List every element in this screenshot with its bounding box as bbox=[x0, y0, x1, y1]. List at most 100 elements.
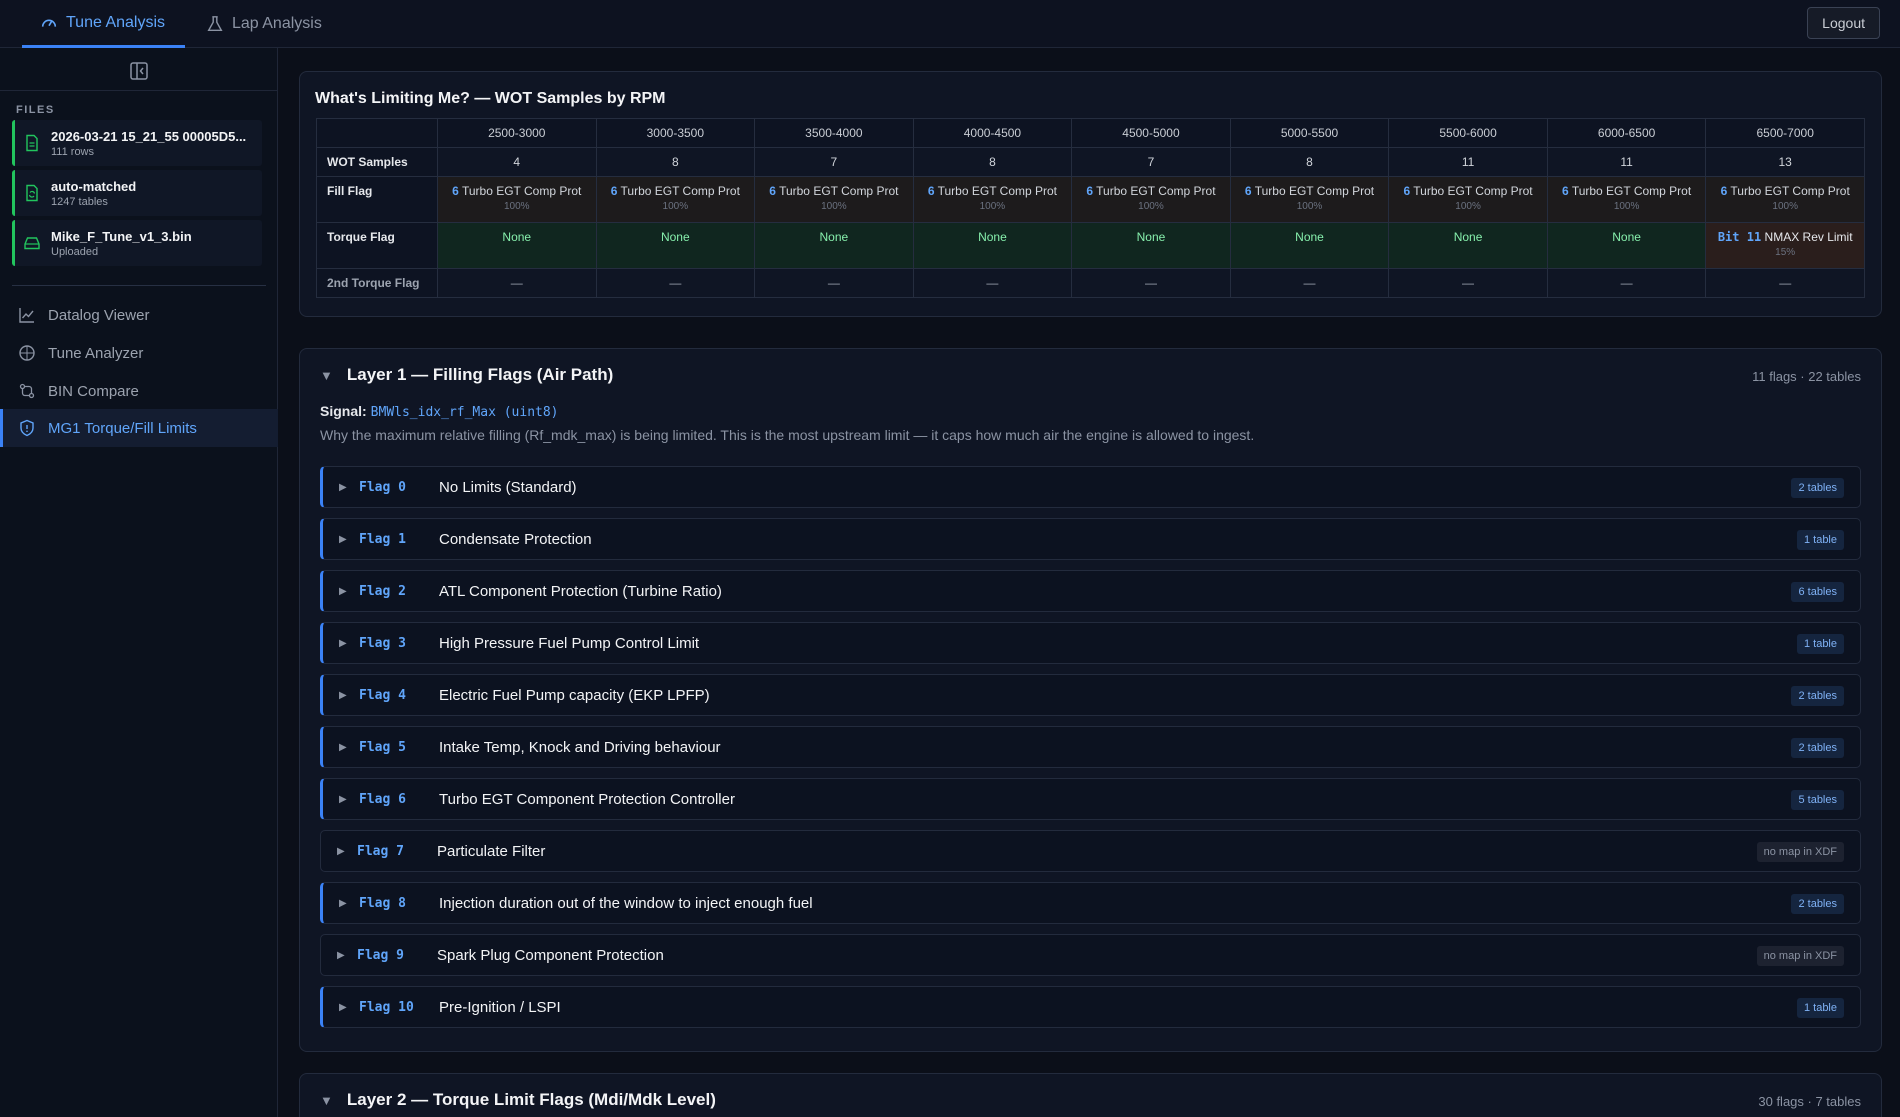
sidebar-collapse-icon[interactable] bbox=[128, 60, 150, 82]
tab-lap-analysis[interactable]: Lap Analysis bbox=[206, 0, 322, 48]
sidebar-item-datalog-viewer[interactable]: Datalog Viewer bbox=[0, 297, 278, 333]
hard-drive-icon bbox=[24, 237, 40, 250]
sample-count-cell: 7 bbox=[754, 147, 914, 177]
second-flag-cell: — bbox=[1071, 268, 1231, 298]
flag-percent: 100% bbox=[1455, 201, 1481, 212]
sample-count-cell: 8 bbox=[1229, 147, 1390, 177]
divider bbox=[0, 90, 278, 91]
fill-flag-cell[interactable]: 6 Turbo EGT Comp Prot 100% bbox=[1546, 176, 1707, 223]
flag-row[interactable]: ▶ Flag 5 Intake Temp, Knock and Driving be… bbox=[320, 726, 1861, 768]
torque-flag-cell[interactable]: None bbox=[912, 222, 1073, 269]
table-count-badge: 1 table bbox=[1796, 998, 1844, 1018]
table-count-badge: 5 tables bbox=[1791, 790, 1844, 810]
flag-row[interactable]: ▶ Flag 6 Turbo EGT Component Protection Co… bbox=[320, 778, 1861, 820]
tab-tune-analysis[interactable]: Tune Analysis bbox=[22, 0, 186, 48]
second-flag-cell: — bbox=[1388, 268, 1548, 298]
flag-percent: 100% bbox=[662, 201, 689, 212]
torque-flag-cell[interactable]: None bbox=[1229, 222, 1390, 269]
file-meta: 111 rows bbox=[51, 145, 95, 158]
flag-percent: 100% bbox=[821, 201, 847, 212]
fill-flag-cell[interactable]: 6 Turbo EGT Comp Prot 100% bbox=[1071, 176, 1231, 223]
flag-row[interactable]: ▶ Flag 9 Spark Plug Component Protection no… bbox=[320, 934, 1861, 976]
flag-description: Electric Fuel Pump capacity (EKP LPFP) bbox=[439, 686, 710, 704]
flag-label: Turbo EGT Comp Prot bbox=[1096, 184, 1216, 198]
file-item-datalog[interactable]: 2026-03-21 15_21_55 00005D5... 111 rows bbox=[12, 120, 262, 166]
second-flag-cell: — bbox=[437, 268, 597, 298]
logout-button[interactable]: Logout bbox=[1807, 7, 1880, 39]
layer2-header[interactable]: ▼ Layer 2 — Torque Limit Flags (Mdi/Mdk … bbox=[320, 1090, 716, 1110]
flag-description: Injection duration out of the window to … bbox=[439, 894, 813, 912]
flag-id: Flag 10 bbox=[359, 999, 414, 1015]
fill-flag-cell[interactable]: 6 Turbo EGT Comp Prot 100% bbox=[1705, 176, 1865, 223]
torque-flag-cell[interactable]: None bbox=[1071, 222, 1231, 269]
sidebar-item-tune-analyzer[interactable]: Tune Analyzer bbox=[0, 335, 278, 371]
sidebar-item-mg1-torque-fill-limits[interactable]: MG1 Torque/Fill Limits bbox=[0, 409, 278, 447]
table-count-badge: 2 tables bbox=[1791, 686, 1844, 706]
no-map-badge: no map in XDF bbox=[1756, 946, 1844, 966]
sidebar-item-bin-compare[interactable]: BIN Compare bbox=[0, 373, 278, 409]
sample-count-cell: 11 bbox=[1388, 147, 1548, 177]
rpm-bin-header: 6000-6500 bbox=[1546, 118, 1707, 148]
fill-flag-cell[interactable]: 6 Turbo EGT Comp Prot 100% bbox=[912, 176, 1073, 223]
nav-label: Datalog Viewer bbox=[48, 306, 150, 324]
flag-row[interactable]: ▶ Flag 4 Electric Fuel Pump capacity (EKP … bbox=[320, 674, 1861, 716]
layer2-panel: ▼ Layer 2 — Torque Limit Flags (Mdi/Mdk … bbox=[299, 1073, 1882, 1117]
flag-row[interactable]: ▶ Flag 2 ATL Component Protection (Turbine… bbox=[320, 570, 1861, 612]
flag-description: Turbo EGT Component Protection Controlle… bbox=[439, 790, 735, 808]
file-item-bin[interactable]: Mike_F_Tune_v1_3.bin Uploaded bbox=[12, 220, 262, 266]
flag-row[interactable]: ▶ Flag 1 Condensate Protection 1 table bbox=[320, 518, 1861, 560]
file-name: 2026-03-21 15_21_55 00005D5... bbox=[51, 128, 247, 144]
nav-label: Tune Analyzer bbox=[48, 344, 144, 362]
caret-down-icon: ▼ bbox=[320, 367, 333, 383]
row-label: Fill Flag bbox=[316, 176, 438, 223]
flag-description: No Limits (Standard) bbox=[439, 478, 577, 496]
file-item-auto-matched[interactable]: auto-matched 1247 tables bbox=[12, 170, 262, 216]
table-count-badge: 2 tables bbox=[1791, 478, 1844, 498]
flag-percent: 100% bbox=[1772, 201, 1798, 212]
flag-row[interactable]: ▶ Flag 8 Injection duration out of the win… bbox=[320, 882, 1861, 924]
fill-flag-cell[interactable]: 6 Turbo EGT Comp Prot 100% bbox=[1229, 176, 1390, 223]
torque-flag-cell[interactable]: None bbox=[437, 222, 597, 269]
flag-row[interactable]: ▶ Flag 7 Particulate Filter no map in XDF bbox=[320, 830, 1861, 872]
flag-percent: 100% bbox=[1138, 201, 1164, 212]
flag-percent: 100% bbox=[979, 201, 1006, 212]
flag-label: Turbo EGT Comp Prot bbox=[937, 184, 1057, 198]
file-name: Mike_F_Tune_v1_3.bin bbox=[51, 228, 192, 244]
flag-id: Flag 8 bbox=[359, 895, 406, 911]
rpm-bin-header: 5000-5500 bbox=[1229, 118, 1390, 148]
file-meta: 1247 tables bbox=[51, 195, 108, 208]
fill-flag-cell[interactable]: 6 Turbo EGT Comp Prot 100% bbox=[437, 176, 597, 223]
flag-row[interactable]: ▶ Flag 0 No Limits (Standard) 2 tables bbox=[320, 466, 1861, 508]
flag-description: Intake Temp, Knock and Driving behaviour bbox=[439, 738, 721, 756]
layer-meta: 30 flags · 7 tables bbox=[1758, 1094, 1861, 1109]
fill-flag-cell[interactable]: 6 Turbo EGT Comp Prot 100% bbox=[595, 176, 756, 223]
table-count-badge: 1 table bbox=[1796, 634, 1844, 654]
layer-title: Layer 2 — Torque Limit Flags (Mdi/Mdk Le… bbox=[346, 1090, 716, 1109]
caret-right-icon: ▶ bbox=[337, 845, 345, 857]
tab-label: Lap Analysis bbox=[232, 15, 322, 32]
second-flag-cell: — bbox=[754, 268, 914, 298]
layer1-header[interactable]: ▼ Layer 1 — Filling Flags (Air Path) bbox=[320, 365, 613, 385]
flag-description: High Pressure Fuel Pump Control Limit bbox=[439, 634, 700, 652]
flag-number: 6 bbox=[1086, 184, 1094, 198]
file-name: auto-matched bbox=[51, 178, 137, 194]
caret-right-icon: ▶ bbox=[339, 533, 347, 545]
second-flag-cell: — bbox=[1705, 268, 1865, 298]
second-flag-cell: — bbox=[912, 268, 1073, 298]
row-label: Torque Flag bbox=[316, 222, 438, 269]
flag-row[interactable]: ▶ Flag 3 High Pressure Fuel Pump Control L… bbox=[320, 622, 1861, 664]
fill-flag-cell[interactable]: 6 Turbo EGT Comp Prot 100% bbox=[754, 176, 914, 223]
flag-row[interactable]: ▶ Flag 10 Pre-Ignition / LSPI 1 table bbox=[320, 986, 1861, 1028]
sample-count-cell: 8 bbox=[912, 147, 1073, 177]
torque-flag-cell[interactable]: None bbox=[1388, 222, 1548, 269]
torque-flag-cell[interactable]: None bbox=[754, 222, 914, 269]
torque-flag-cell[interactable]: None bbox=[1546, 222, 1707, 269]
divider bbox=[12, 285, 266, 286]
torque-flag-cell[interactable]: None bbox=[595, 222, 756, 269]
wot-panel: What's Limiting Me? — WOT Samples by RPM… bbox=[299, 71, 1882, 317]
flag-percent: 100% bbox=[503, 201, 530, 212]
flag-percent: 15% bbox=[1775, 247, 1796, 258]
fill-flag-cell[interactable]: 6 Turbo EGT Comp Prot 100% bbox=[1388, 176, 1548, 223]
flag-label: Turbo EGT Comp Prot bbox=[461, 184, 582, 198]
torque-flag-cell[interactable]: Bit 11 NMAX Rev Limit 15% bbox=[1705, 222, 1865, 269]
